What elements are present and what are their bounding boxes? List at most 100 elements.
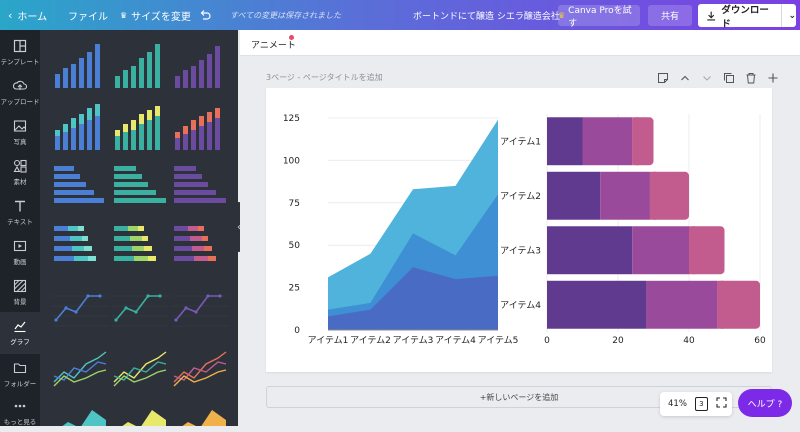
y-tick-label: 75 xyxy=(289,199,300,209)
chevron-up-icon[interactable] xyxy=(678,70,692,84)
y-tick-label: 125 xyxy=(283,114,300,124)
x-tick-label: 60 xyxy=(754,336,766,346)
sidebar-item-background[interactable]: 背景 xyxy=(0,272,40,312)
sidebar-item-templates[interactable]: テンプレート xyxy=(0,32,40,72)
sidebar-item-label: 背景 xyxy=(13,298,27,306)
sidebar-item-photos[interactable]: 写真 xyxy=(0,112,40,152)
home-button[interactable]: ‹ ホーム xyxy=(8,0,47,30)
save-status: すべての変更は保存されました xyxy=(230,10,342,20)
sidebar-item-label: もっと見る xyxy=(3,418,37,426)
chart-thumbnail-hbar-blue[interactable] xyxy=(52,162,108,212)
x-tick-label: 0 xyxy=(544,336,550,346)
page-count-icon[interactable]: 3 xyxy=(694,397,708,411)
y-tick-label: アイテム4 xyxy=(500,300,541,311)
chart-thumbnail-stacked-bar-blue[interactable] xyxy=(52,102,108,152)
x-tick-label: アイテム2 xyxy=(350,335,391,346)
chart-thumbnail-multiline-yellow[interactable] xyxy=(112,342,168,392)
fullscreen-icon[interactable] xyxy=(716,397,727,411)
bar-segment xyxy=(547,117,583,166)
trash-icon[interactable] xyxy=(744,70,758,84)
download-label: ダウンロード xyxy=(721,4,769,30)
sidebar-item-uploads[interactable]: アップロード xyxy=(0,72,40,112)
editor-toolbar: アニメート xyxy=(240,30,800,56)
animate-button[interactable]: アニメート xyxy=(251,38,296,51)
sidebar-item-elements[interactable]: 素材 xyxy=(0,152,40,192)
upload-icon xyxy=(13,80,27,90)
sidebar-item-video[interactable]: 動画 xyxy=(0,232,40,272)
sidebar-item-label: テンプレート xyxy=(0,58,40,66)
chart-template-panel xyxy=(40,30,238,426)
sidebar-item-label: テキスト xyxy=(7,218,33,226)
chart-thumbnail-multiline-red[interactable] xyxy=(172,342,228,392)
download-button[interactable]: ダウンロード ⌄ xyxy=(698,4,796,30)
chart-thumbnail-bar-teal[interactable] xyxy=(112,40,168,90)
chart-thumbnail-hbar-teal[interactable] xyxy=(112,162,168,212)
video-icon xyxy=(13,240,27,252)
sidebar-item-charts[interactable]: グラフ xyxy=(0,312,40,354)
chart-thumbnail-area-yellow[interactable] xyxy=(112,402,168,426)
document-title[interactable]: ボートンドにて醸造 シエラ醸造会社 xyxy=(413,0,560,30)
chart-thumbnail-bar-purple[interactable] xyxy=(172,40,228,90)
sidebar-item-label: 素材 xyxy=(13,178,27,186)
chart-thumbnail-area-blue[interactable] xyxy=(52,402,108,426)
chart-thumbnail-line-blue[interactable] xyxy=(52,282,108,332)
try-pro-label: Canva Proを試す xyxy=(568,5,632,29)
bar-segment xyxy=(547,280,647,329)
bar-segment xyxy=(600,171,650,220)
share-button[interactable]: 共有 xyxy=(648,5,692,26)
sidebar-item-label: 動画 xyxy=(13,258,27,266)
file-menu-button[interactable]: ファイル xyxy=(68,0,108,30)
chart-thumbnail-stacked-bar-yellow[interactable] xyxy=(112,102,168,152)
chevron-left-icon: ‹ xyxy=(8,8,13,22)
y-tick-label: アイテム2 xyxy=(500,191,541,202)
page-tools xyxy=(656,70,780,84)
sidebar-item-label: アップロード xyxy=(0,98,40,106)
x-tick-label: アイテム4 xyxy=(435,335,476,346)
chart-icon xyxy=(14,321,26,333)
x-tick-label: 20 xyxy=(612,336,624,346)
more-icon xyxy=(14,404,26,408)
note-icon[interactable] xyxy=(656,70,670,84)
bar-segment-corner-fill xyxy=(632,117,639,166)
photo-icon xyxy=(13,120,27,132)
chart-thumbnail-stacked-hbar-blue[interactable] xyxy=(52,222,108,272)
sidebar-item-text[interactable]: テキスト xyxy=(0,192,40,232)
sidebar-item-folders[interactable]: フォルダー xyxy=(0,354,40,394)
help-button[interactable]: ヘルプ ? xyxy=(738,389,792,417)
chart-thumbnail-stacked-bar-red[interactable] xyxy=(172,102,228,152)
chart-thumbnail-stacked-hbar-yellow[interactable] xyxy=(112,222,168,272)
crown-icon: ♛ xyxy=(120,10,128,20)
x-tick-label: アイテム1 xyxy=(308,335,349,346)
page-title-label[interactable]: 3ページ - ページタイトルを追加 xyxy=(266,72,383,83)
bar-segment xyxy=(646,280,718,329)
try-pro-button[interactable]: ♛ Canva Proを試す xyxy=(558,5,640,29)
zoom-control[interactable]: 41% 3 xyxy=(660,392,732,416)
duplicate-icon[interactable] xyxy=(722,70,736,84)
background-icon xyxy=(13,279,27,293)
bar-segment-corner-fill xyxy=(649,171,656,220)
bar-segment xyxy=(547,226,633,275)
sidebar-item-more[interactable]: もっと見る xyxy=(0,392,40,432)
chart-thumbnail-bar-blue[interactable] xyxy=(52,40,108,90)
design-page[interactable]: 0 25 50 75 100 125 アイテム1 アイテム2 アイテム3 アイテム4 アイテム5 0 2… xyxy=(266,88,772,372)
chevron-down-icon[interactable] xyxy=(700,70,714,84)
chart-thumbnail-line-purple[interactable] xyxy=(172,282,228,332)
chart-thumbnail-line-teal[interactable] xyxy=(112,282,168,332)
chart-thumbnail-area-red[interactable] xyxy=(172,402,228,426)
home-label: ホーム xyxy=(17,11,48,23)
y-tick-label: 25 xyxy=(289,284,300,294)
chevron-down-icon[interactable]: ⌄ xyxy=(788,11,796,21)
add-page-icon[interactable] xyxy=(766,70,780,84)
chart-thumbnail-stacked-hbar-red[interactable] xyxy=(172,222,228,272)
x-tick-label: 40 xyxy=(683,336,695,346)
bar-segment-corner-fill xyxy=(689,226,695,275)
charts-svg[interactable]: 0255075100125アイテム1 アイテム2 アイテム3 アイテム4 アイテム5 0 2… xyxy=(266,88,772,372)
undo-button[interactable] xyxy=(199,0,211,30)
chart-thumbnail-hbar-purple[interactable] xyxy=(172,162,228,212)
resize-button[interactable]: ♛ サイズを変更 xyxy=(120,0,191,30)
bar-segment xyxy=(632,226,689,275)
chart-thumbnail-multiline-blue[interactable] xyxy=(52,342,108,392)
y-tick-label: 50 xyxy=(289,241,301,251)
zoom-level[interactable]: 41% xyxy=(668,399,687,409)
bar-segment-corner-fill xyxy=(717,280,724,329)
